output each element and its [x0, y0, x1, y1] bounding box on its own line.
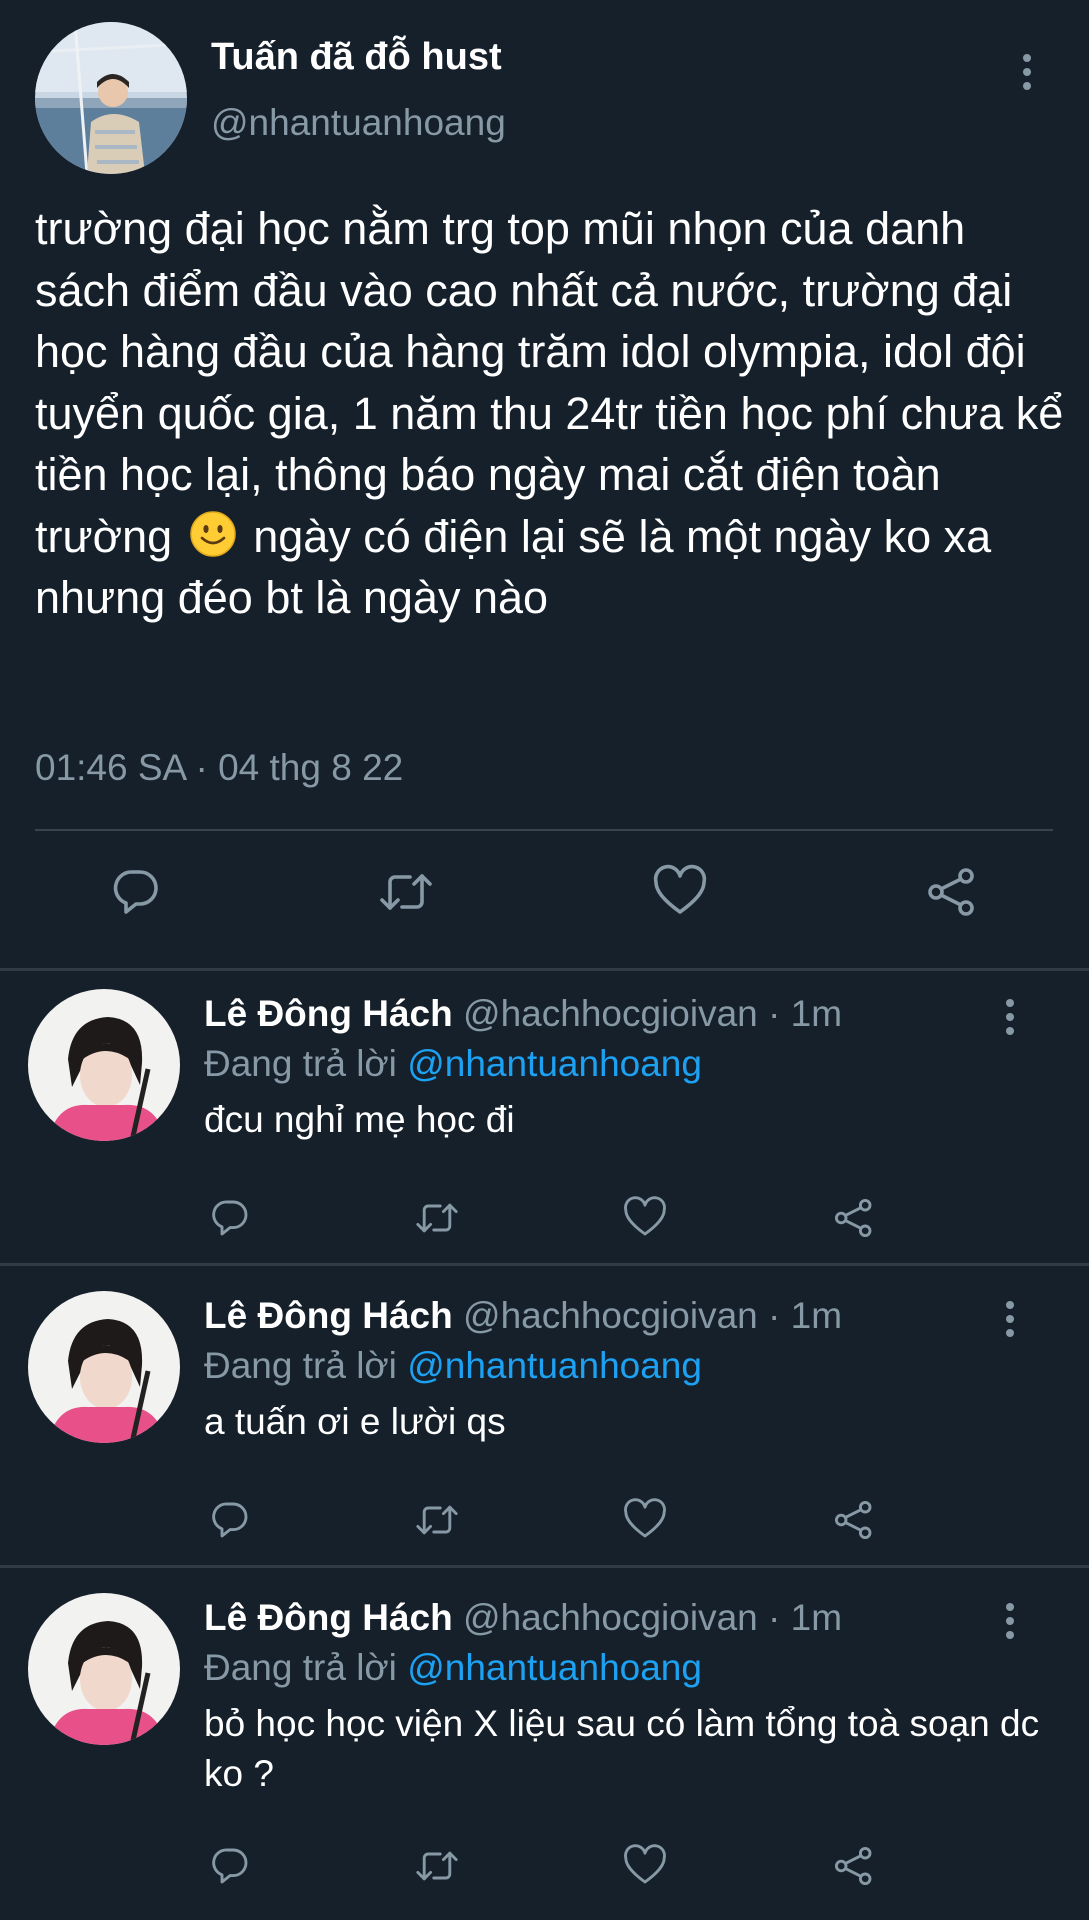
replying-to: Đang trả lời @nhantuanhoang	[204, 1043, 702, 1085]
retweet-icon[interactable]	[413, 1194, 461, 1242]
retweet-icon[interactable]	[376, 862, 436, 922]
reply-header: Lê Đông Hách @hachhocgioivan · 1m	[204, 993, 842, 1035]
avatar[interactable]	[35, 22, 187, 174]
author-name[interactable]: Tuấn đã đỗ hust	[211, 36, 502, 79]
tweet-text-part2: ngày có điện lại sẽ là một ngày ko xa nh…	[35, 510, 992, 624]
divider	[35, 829, 1053, 831]
author-handle-time[interactable]: @hachhocgioivan · 1m	[463, 993, 842, 1034]
avatar[interactable]	[28, 1291, 180, 1443]
author-handle-time[interactable]: @hachhocgioivan · 1m	[463, 1295, 842, 1336]
reply-actions	[0, 1496, 1089, 1546]
reply-text: bỏ học học viện X liệu sau có làm tổng t…	[204, 1703, 1040, 1794]
retweet-icon[interactable]	[413, 1842, 461, 1890]
reply-actions	[0, 1842, 1089, 1892]
tweet-text-part1: trường đại học nằm trg top mũi nhọn của …	[35, 203, 1064, 562]
tweet-timestamp[interactable]: 01:46 SA · 04 thg 8 22	[35, 747, 403, 789]
author-name[interactable]: Lê Đông Hách	[204, 1295, 453, 1336]
replying-to: Đang trả lời @nhantuanhoang	[204, 1647, 702, 1689]
more-vertical-icon[interactable]	[1001, 1299, 1019, 1339]
divider	[0, 1263, 1089, 1266]
author-name[interactable]: Lê Đông Hách	[204, 1597, 453, 1638]
reply-text: a tuấn ơi e lười qs	[204, 1401, 506, 1442]
author-handle-time[interactable]: @hachhocgioivan · 1m	[463, 1597, 842, 1638]
tweet-actions	[0, 862, 1089, 932]
author-handle[interactable]: @nhantuanhoang	[211, 102, 506, 144]
replying-label: Đang trả lời	[204, 1043, 397, 1084]
share-icon[interactable]	[830, 1842, 878, 1890]
slightly-smiling-face-icon	[189, 510, 237, 558]
replying-label: Đang trả lời	[204, 1647, 397, 1688]
reply-icon[interactable]	[206, 1496, 254, 1544]
reply-actions	[0, 1194, 1089, 1244]
reply-header: Lê Đông Hách @hachhocgioivan · 1m	[204, 1295, 842, 1337]
reply-tweet[interactable]: Lê Đông Hách @hachhocgioivan · 1m Đang t…	[0, 1273, 1089, 1563]
share-icon[interactable]	[830, 1194, 878, 1242]
avatar[interactable]	[28, 989, 180, 1141]
more-vertical-icon[interactable]	[1001, 997, 1019, 1037]
like-icon[interactable]	[621, 1842, 669, 1890]
like-icon[interactable]	[650, 862, 710, 922]
reply-tweet[interactable]: Lê Đông Hách @hachhocgioivan · 1m Đang t…	[0, 971, 1089, 1261]
tweet-text: trường đại học nằm trg top mũi nhọn của …	[35, 198, 1065, 629]
replying-to: Đang trả lời @nhantuanhoang	[204, 1345, 702, 1387]
reply-header: Lê Đông Hách @hachhocgioivan · 1m	[204, 1597, 842, 1639]
divider	[0, 1565, 1089, 1568]
reply-tweet[interactable]: Lê Đông Hách @hachhocgioivan · 1m Đang t…	[0, 1575, 1089, 1920]
reply-text: đcu nghỉ mẹ học đi	[204, 1099, 515, 1140]
retweet-icon[interactable]	[413, 1496, 461, 1544]
replying-to-link[interactable]: @nhantuanhoang	[407, 1345, 702, 1386]
replying-to-link[interactable]: @nhantuanhoang	[407, 1647, 702, 1688]
more-vertical-icon[interactable]	[1018, 52, 1036, 92]
share-icon[interactable]	[922, 862, 982, 922]
main-tweet: Tuấn đã đỗ hust @nhantuanhoang trường đạ…	[0, 0, 1089, 970]
like-icon[interactable]	[621, 1194, 669, 1242]
more-vertical-icon[interactable]	[1001, 1601, 1019, 1641]
avatar[interactable]	[28, 1593, 180, 1745]
replying-to-link[interactable]: @nhantuanhoang	[407, 1043, 702, 1084]
replying-label: Đang trả lời	[204, 1345, 397, 1386]
reply-icon[interactable]	[206, 1194, 254, 1242]
like-icon[interactable]	[621, 1496, 669, 1544]
author-name[interactable]: Lê Đông Hách	[204, 993, 453, 1034]
reply-icon[interactable]	[206, 1842, 254, 1890]
share-icon[interactable]	[830, 1496, 878, 1544]
reply-icon[interactable]	[106, 862, 166, 922]
